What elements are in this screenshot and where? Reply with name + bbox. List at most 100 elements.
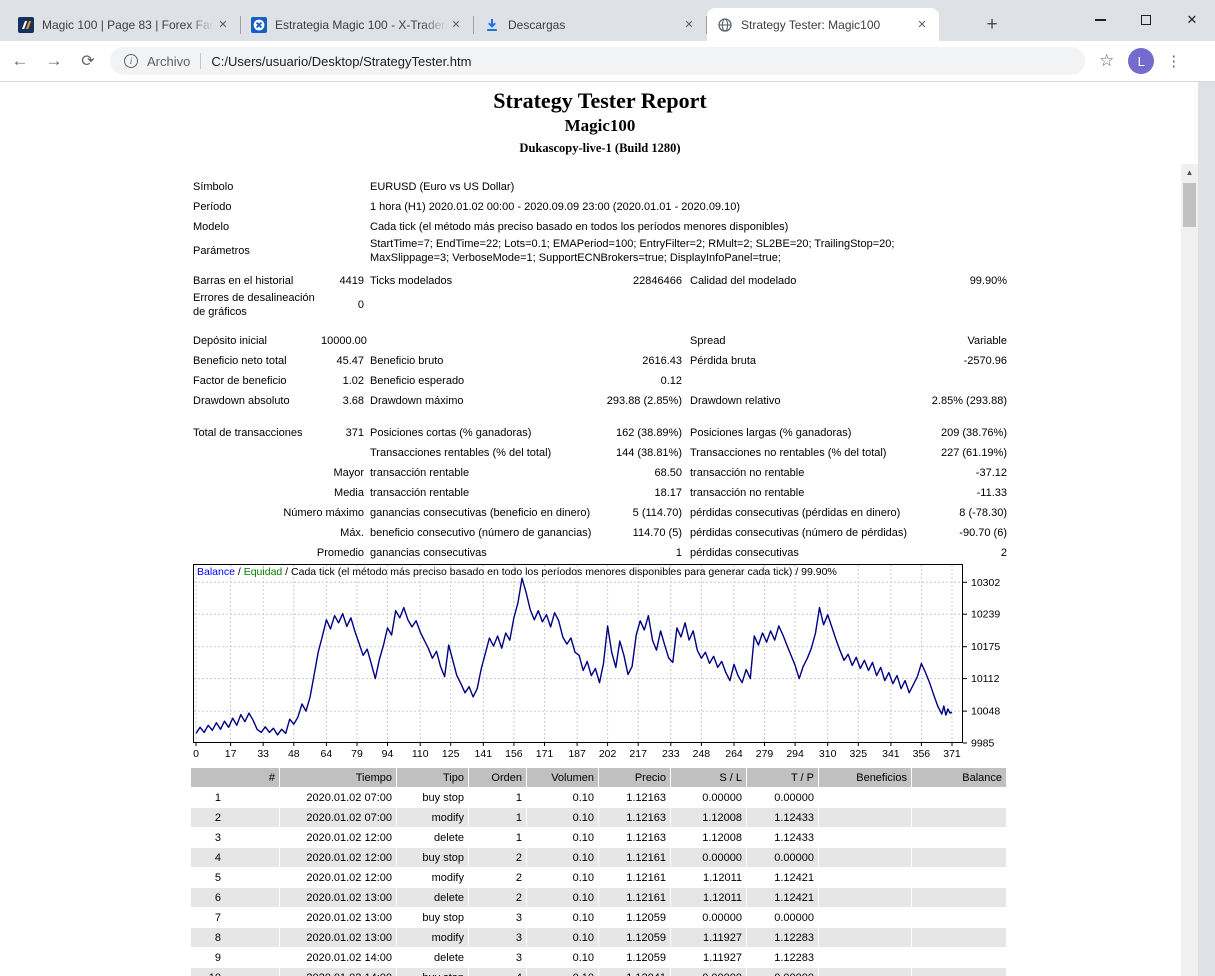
back-button[interactable]: ← — [6, 47, 34, 75]
tabs-container: Magic 100 | Page 83 | Forex Facto✕Estrat… — [8, 8, 939, 41]
close-button[interactable]: ✕ — [1169, 0, 1215, 40]
page-info-icon[interactable]: i — [124, 54, 138, 68]
svg-text:125: 125 — [442, 748, 460, 760]
summary-cell: -11.33 — [890, 486, 1007, 500]
reload-button[interactable]: ⟳ — [74, 47, 102, 75]
summary-cell: 114.70 (5) — [600, 526, 682, 540]
trades-header-cell: Balance — [912, 768, 1006, 787]
svg-text:0: 0 — [193, 748, 199, 760]
legend-method: Cada tick (el método más preciso basado … — [291, 566, 792, 578]
trades-cell: delete — [397, 888, 468, 907]
summary-cell: -37.12 — [890, 466, 1007, 480]
summary-cell: 18.17 — [600, 486, 682, 500]
trades-cell: 1.12008 — [671, 808, 746, 827]
svg-text:187: 187 — [568, 748, 586, 760]
trades-header-cell: Orden — [469, 768, 526, 787]
summary-cell: 293.88 (2.85%) — [600, 394, 682, 408]
tab-3[interactable]: Descargas✕ — [474, 8, 706, 41]
avatar[interactable]: L — [1128, 48, 1154, 74]
trades-cell: buy stop — [397, 908, 468, 927]
svg-text:79: 79 — [351, 748, 363, 760]
tab-close-icon[interactable]: ✕ — [913, 16, 931, 34]
scroll-up-arrow[interactable]: ▲ — [1181, 164, 1198, 181]
summary-row: Promedioganancias consecutivas1pérdidas … — [193, 543, 1007, 563]
summary-cell: 5 (114.70) — [600, 506, 682, 520]
tab-2[interactable]: Estrategia Magic 100 - X-Trader.n✕ — [241, 8, 473, 41]
svg-text:217: 217 — [629, 748, 647, 760]
trades-cell: 1.12059 — [599, 948, 670, 967]
table-row: 12020.01.02 07:00buy stop10.101.121630.0… — [191, 788, 1006, 807]
summary-cell: Transacciones rentables (% del total) — [370, 446, 600, 460]
tab-4[interactable]: Strategy Tester: Magic100✕ — [707, 8, 939, 41]
trades-cell — [912, 828, 1006, 847]
table-row: 62020.01.02 13:00delete20.101.121611.120… — [191, 888, 1006, 907]
trades-cell: 2 — [191, 808, 279, 827]
omnibox-divider — [200, 53, 201, 69]
scrollbar-thumb[interactable] — [1183, 183, 1196, 227]
summary-row: Mayortransacción rentable68.50transacció… — [193, 463, 1007, 483]
trades-cell — [819, 888, 911, 907]
summary-cell: Símbolo — [193, 180, 321, 194]
summary-row: Transacciones rentables (% del total)144… — [193, 443, 1007, 463]
summary-row: Errores de desalineación de gráficos0 — [193, 291, 1007, 319]
vertical-scrollbar[interactable]: ▲ ▼ — [1181, 164, 1198, 976]
trades-cell: 3 — [191, 828, 279, 847]
tab-close-icon[interactable]: ✕ — [214, 16, 232, 34]
trades-cell: 1.12011 — [671, 868, 746, 887]
summary-cell: 4419 — [321, 274, 370, 288]
summary-cell: transacción rentable — [370, 486, 600, 500]
summary-row: Drawdown absoluto3.68Drawdown máximo293.… — [193, 391, 1007, 411]
minimize-button[interactable] — [1077, 0, 1123, 40]
maximize-button[interactable] — [1123, 0, 1169, 40]
svg-text:10112: 10112 — [971, 673, 1000, 685]
section-gap — [193, 319, 1007, 331]
summary-row: ModeloCada tick (el método más preciso b… — [193, 217, 1007, 237]
trades-cell: 9 — [191, 948, 279, 967]
tab-title: Strategy Tester: Magic100 — [741, 18, 913, 32]
trades-header-cell: T / P — [747, 768, 818, 787]
summary-cell: 2 — [890, 546, 1007, 560]
tab-close-icon[interactable]: ✕ — [680, 16, 698, 34]
legend-quality: 99.90% — [801, 566, 837, 578]
trades-cell — [819, 968, 911, 976]
trades-cell: 1.12283 — [747, 928, 818, 947]
summary-cell: Spread — [682, 334, 890, 348]
menu-dots-icon[interactable]: ⋮ — [1166, 52, 1181, 70]
trades-cell: 1 — [469, 808, 526, 827]
new-tab-button[interactable]: + — [980, 14, 1004, 38]
trades-cell: 2 — [469, 888, 526, 907]
summary-cell: Variable — [890, 334, 1007, 348]
trades-cell — [912, 868, 1006, 887]
summary-cell: 99.90% — [890, 274, 1007, 288]
trades-cell: 1.12163 — [599, 788, 670, 807]
trades-cell: 2020.01.02 07:00 — [280, 788, 396, 807]
summary-row: Beneficio neto total45.47Beneficio bruto… — [193, 351, 1007, 371]
bookmark-star-icon[interactable]: ☆ — [1099, 51, 1114, 71]
summary-cell: 0 — [321, 298, 370, 312]
summary-cell: 144 (38.81%) — [600, 446, 682, 460]
summary-row: Total de transacciones371Posiciones cort… — [193, 423, 1007, 443]
summary-row: Factor de beneficio1.02Beneficio esperad… — [193, 371, 1007, 391]
svg-text:33: 33 — [257, 748, 269, 760]
summary-cell: 3.68 — [321, 394, 370, 408]
trades-cell: 1.12421 — [747, 868, 818, 887]
summary-cell: Depósito inicial — [193, 334, 321, 348]
summary-cell: Media — [193, 486, 370, 500]
table-row: 92020.01.02 14:00delete30.101.120591.119… — [191, 948, 1006, 967]
summary-cell: Promedio — [193, 546, 370, 560]
trades-cell: 1.11927 — [671, 948, 746, 967]
trades-cell: 0.00000 — [671, 788, 746, 807]
tab-1[interactable]: Magic 100 | Page 83 | Forex Facto✕ — [8, 8, 240, 41]
trades-cell — [912, 888, 1006, 907]
trades-cell: buy stop — [397, 848, 468, 867]
forward-button[interactable]: → — [40, 47, 68, 75]
trades-cell: 1.12163 — [599, 808, 670, 827]
address-bar[interactable]: i Archivo C:/Users/usuario/Desktop/Strat… — [110, 47, 1085, 75]
legend-separator: / — [792, 566, 801, 578]
trades-cell: 3 — [469, 908, 526, 927]
trades-header-cell: Precio — [599, 768, 670, 787]
legend-balance: Balance — [197, 566, 235, 578]
trades-cell: 0.10 — [527, 908, 598, 927]
svg-text:10048: 10048 — [971, 706, 1000, 718]
tab-close-icon[interactable]: ✕ — [447, 16, 465, 34]
